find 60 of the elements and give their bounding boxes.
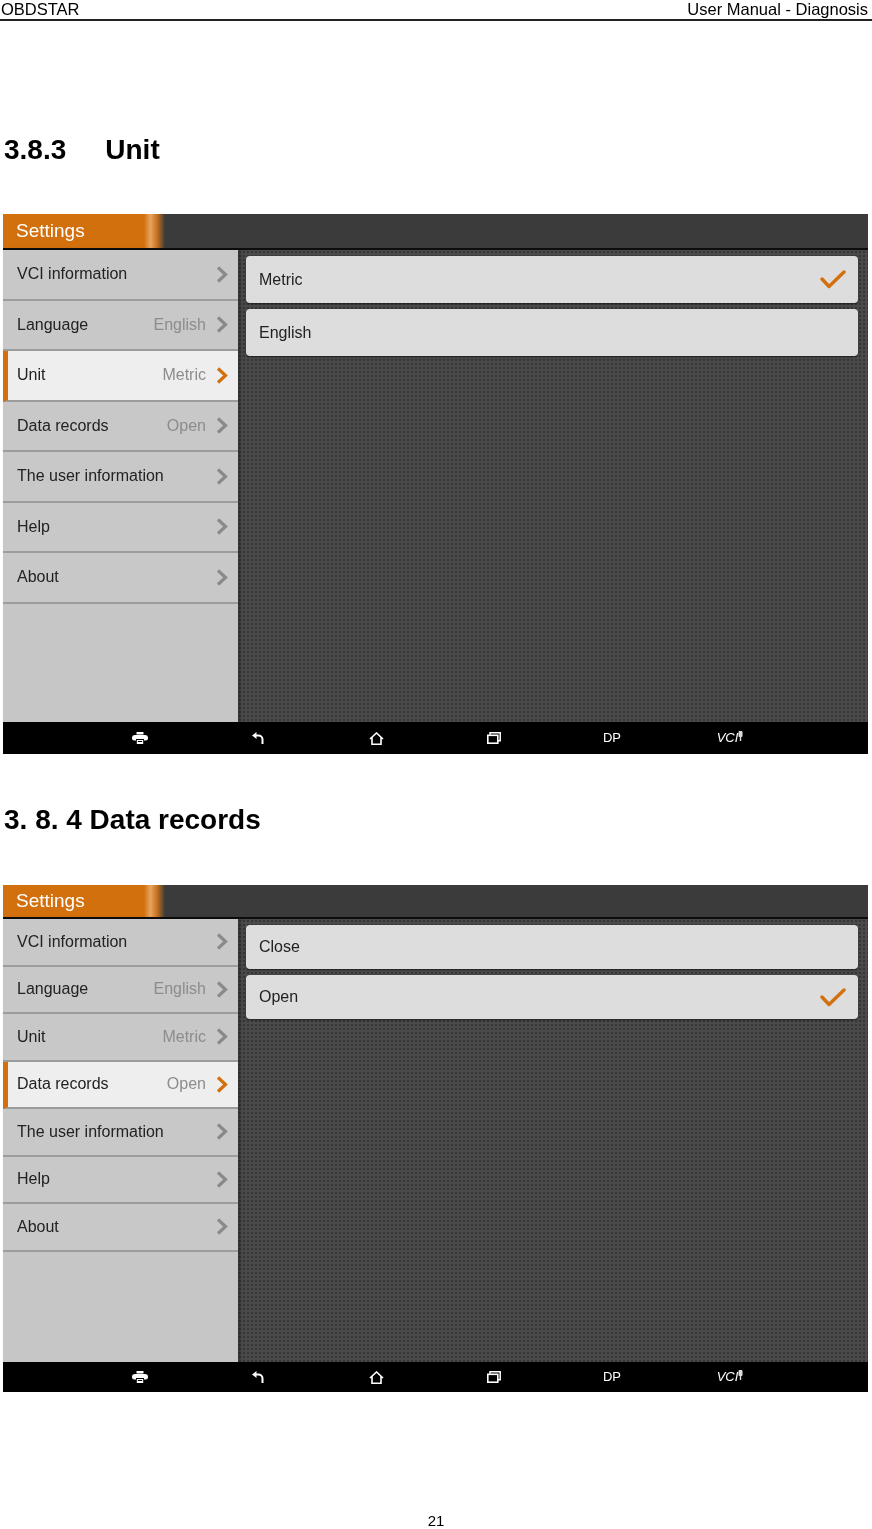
option-item[interactable]: Metric: [246, 256, 858, 303]
chevron-right-icon: [216, 568, 228, 586]
current-value: Open: [166, 416, 206, 435]
chevron-right-icon: [216, 417, 228, 435]
recent-apps-icon[interactable]: [487, 732, 501, 744]
settings-title: Settings: [3, 214, 165, 248]
menu-item[interactable]: Data records Open: [3, 1061, 238, 1109]
vci-button[interactable]: VCI: [716, 1370, 744, 1384]
chevron-right-icon: [216, 1170, 228, 1188]
settings-title: Settings: [3, 885, 165, 917]
chevron-right-icon: [216, 316, 228, 334]
header-title: User Manual - Diagnosis: [687, 0, 868, 18]
current-value: English: [153, 980, 206, 999]
chevron-right-icon: [216, 1075, 228, 1093]
current-value: Open: [166, 1075, 206, 1094]
chevron-right-icon: [216, 518, 228, 536]
chevron-right-icon: [216, 265, 228, 283]
menu-item[interactable]: The user information: [3, 452, 238, 503]
chevron-right-icon: [216, 366, 228, 384]
dp-button[interactable]: DP: [602, 731, 622, 745]
menu-item[interactable]: Help: [3, 1156, 238, 1204]
back-icon[interactable]: [252, 1371, 264, 1383]
chevron-right-icon: [216, 1028, 228, 1046]
current-value: Metric: [162, 1027, 206, 1046]
menu-item[interactable]: Language English: [3, 966, 238, 1014]
menu-item[interactable]: About: [3, 1204, 238, 1252]
chevron-right-icon: [216, 1123, 228, 1141]
menu-item[interactable]: Language English: [3, 300, 238, 351]
section-number: 3.8.3: [4, 135, 67, 165]
chevron-right-icon: [216, 933, 228, 951]
vci-button[interactable]: VCI: [716, 731, 744, 745]
home-icon[interactable]: [368, 1370, 384, 1384]
chevron-right-icon: [216, 1218, 228, 1236]
menu-item[interactable]: Data records Open: [3, 401, 238, 452]
home-icon[interactable]: [368, 731, 384, 745]
recent-apps-icon[interactable]: [487, 1371, 501, 1383]
menu-item[interactable]: Help: [3, 502, 238, 553]
dp-button[interactable]: DP: [602, 1370, 622, 1384]
connector-icon: [738, 731, 744, 741]
printer-icon[interactable]: [132, 732, 148, 744]
menu-item[interactable]: Unit Metric: [3, 351, 238, 402]
menu-item[interactable]: Unit Metric: [3, 1014, 238, 1062]
connector-icon: [738, 1370, 744, 1380]
menu-item[interactable]: VCI information: [3, 250, 238, 301]
current-value: English: [153, 315, 206, 334]
chevron-right-icon: [216, 467, 228, 485]
menu-item[interactable]: The user information: [3, 1109, 238, 1157]
printer-icon[interactable]: [132, 1371, 148, 1383]
back-icon[interactable]: [252, 732, 264, 744]
section-title: Unit: [105, 135, 160, 165]
current-value: Metric: [162, 366, 206, 385]
header-brand: OBDSTAR: [1, 0, 80, 18]
menu-item[interactable]: About: [3, 553, 238, 604]
page-number: 21: [427, 1513, 445, 1529]
option-item[interactable]: Open: [246, 975, 858, 1019]
chevron-right-icon: [216, 980, 228, 998]
option-item[interactable]: English: [246, 309, 858, 356]
menu-item[interactable]: VCI information: [3, 919, 238, 967]
section-title: 3. 8. 4 Data records: [4, 805, 261, 835]
option-item[interactable]: Close: [246, 925, 858, 969]
